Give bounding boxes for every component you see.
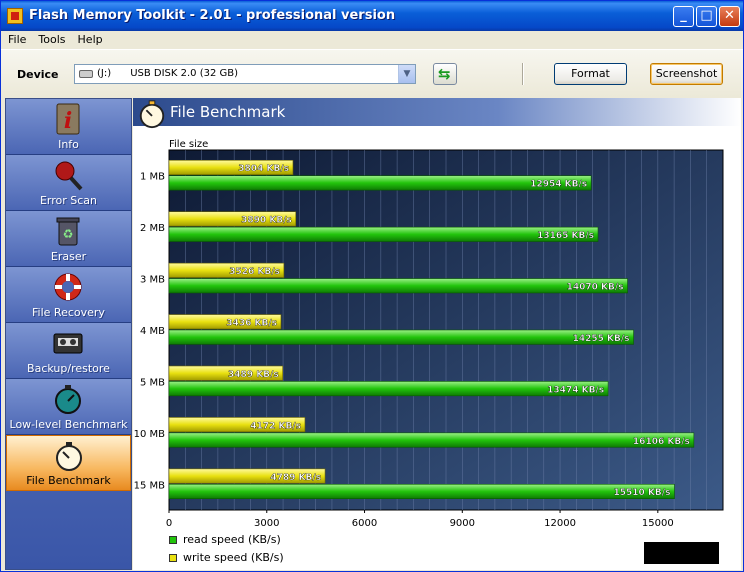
bar-label-write: 3489 KB/s	[228, 370, 279, 380]
x-tick-label: 12000	[544, 518, 576, 529]
drive-icon	[79, 70, 93, 78]
y-tick-label: 10 MB	[134, 429, 166, 440]
bar-label-write: 4789 KB/s	[270, 473, 321, 483]
menu-tools[interactable]: Tools	[31, 31, 70, 46]
bar-label-read: 15510 KB/s	[614, 488, 671, 498]
close-button[interactable]: ✕	[719, 6, 740, 27]
sidebar-item-label: Low-level Benchmark	[9, 418, 128, 431]
sidebar-item-label: Error Scan	[39, 194, 98, 207]
maximize-button[interactable]: □	[696, 6, 717, 27]
sidebar-item-eraser[interactable]: ♻ Eraser	[6, 211, 131, 267]
stopwatch-icon	[56, 442, 82, 471]
x-tick-label: 15000	[642, 518, 674, 529]
format-button[interactable]: Format	[554, 63, 627, 85]
y-tick-label: 2 MB	[140, 223, 165, 234]
sidebar-item-label: File Benchmark	[26, 474, 111, 487]
refresh-button[interactable]: ⇆	[433, 63, 457, 85]
refresh-icon: ⇆	[438, 65, 451, 83]
sidebar: i Info Error Scan ♻ Eraser File Recovery…	[5, 98, 132, 570]
bar-label-read: 12954 KB/s	[530, 180, 587, 190]
magnifier-icon	[55, 161, 83, 191]
bar-read	[168, 483, 675, 499]
legend-label-read: read speed (KB/s)	[183, 533, 281, 546]
screenshot-button[interactable]: Screenshot	[650, 63, 723, 85]
sidebar-item-file-benchmark[interactable]: File Benchmark	[6, 435, 131, 491]
cassette-icon	[53, 333, 83, 354]
x-tick-label: 0	[166, 518, 172, 529]
toolbar-separator	[522, 63, 524, 85]
sidebar-item-backup-restore[interactable]: Backup/restore	[6, 323, 131, 379]
bar-read	[168, 226, 599, 242]
bar-label-write: 4172 KB/s	[250, 421, 301, 431]
sidebar-item-label: Info	[58, 138, 79, 151]
recycle-bin-icon: ♻	[56, 217, 80, 246]
bar-label-read: 13165 KB/s	[537, 231, 594, 241]
bar-read	[168, 432, 695, 448]
svg-text:♻: ♻	[63, 227, 74, 241]
app-icon[interactable]	[7, 8, 23, 24]
menu-help[interactable]: Help	[71, 31, 108, 46]
info-icon: i	[56, 103, 80, 135]
bar-label-read: 16106 KB/s	[633, 437, 690, 447]
device-dropdown[interactable]: (J:) USB DISK 2.0 (32 GB) ▼	[74, 64, 416, 84]
bar-label-read: 14255 KB/s	[573, 334, 630, 344]
y-tick-label: 5 MB	[140, 377, 165, 388]
legend-swatch-read	[169, 536, 177, 544]
sidebar-item-error-scan[interactable]: Error Scan	[6, 155, 131, 211]
menu-file[interactable]: File	[1, 31, 31, 46]
panel-title: File Benchmark	[170, 103, 286, 121]
bar-read	[168, 329, 634, 345]
window-title: Flash Memory Toolkit - 2.01 - profession…	[29, 8, 396, 23]
title-bar[interactable]: Flash Memory Toolkit - 2.01 - profession…	[1, 1, 743, 31]
bar-read	[168, 381, 609, 397]
redacted-box	[644, 542, 719, 564]
bar-read	[168, 278, 628, 294]
sidebar-item-info[interactable]: i Info	[6, 99, 131, 155]
panel-header: File Benchmark	[133, 98, 741, 129]
bar-label-write: 3526 KB/s	[229, 267, 280, 277]
legend-item-write: write speed (KB/s)	[169, 551, 284, 564]
benchmark-chart: File size 0 3000 6000 9000 12000 15000 1 MB 3804…	[134, 139, 724, 529]
app-window: Flash Memory Toolkit - 2.01 - profession…	[0, 0, 744, 572]
menu-bar: File Tools Help	[1, 31, 743, 49]
bar-label-write: 3890 KB/s	[241, 216, 292, 226]
minimize-button[interactable]: _	[673, 6, 694, 27]
sidebar-item-label: File Recovery	[32, 306, 105, 319]
bar-label-read: 13474 KB/s	[547, 385, 604, 395]
bar-read	[168, 175, 592, 191]
sidebar-item-label: Backup/restore	[27, 362, 110, 375]
y-tick-label: 15 MB	[134, 480, 166, 491]
device-name: USB DISK 2.0 (32 GB)	[130, 68, 239, 79]
bar-label-write: 3436 KB/s	[226, 318, 277, 328]
device-drive-letter: (J:)	[97, 68, 112, 79]
y-tick-label: 3 MB	[140, 275, 165, 286]
sidebar-item-low-level-benchmark[interactable]: Low-level Benchmark	[6, 379, 131, 435]
legend-swatch-write	[169, 554, 177, 562]
x-tick-label: 3000	[254, 518, 279, 529]
bar-label-read: 14070 KB/s	[567, 282, 624, 292]
sidebar-item-file-recovery[interactable]: File Recovery	[6, 267, 131, 323]
y-tick-label: 1 MB	[140, 172, 165, 183]
device-label: Device	[17, 68, 59, 81]
lifebuoy-icon	[54, 273, 82, 301]
device-toolbar: Device (J:) USB DISK 2.0 (32 GB) ▼ ⇆ For…	[1, 49, 743, 97]
bar-label-write: 3804 KB/s	[238, 164, 289, 174]
legend-label-write: write speed (KB/s)	[183, 551, 284, 564]
y-tick-label: 4 MB	[140, 326, 165, 337]
sidebar-item-label: Eraser	[50, 250, 87, 263]
y-axis-title: File size	[169, 139, 208, 150]
stopwatch-icon	[139, 100, 165, 129]
legend-item-read: read speed (KB/s)	[169, 533, 281, 546]
stopwatch-icon	[55, 385, 81, 414]
x-tick-label: 9000	[450, 518, 475, 529]
x-tick-label: 6000	[352, 518, 377, 529]
main-panel: File Benchmark File size 0 3000 6000 9000 120…	[133, 98, 741, 570]
chevron-down-icon[interactable]: ▼	[398, 65, 415, 83]
svg-text:i: i	[64, 108, 72, 134]
